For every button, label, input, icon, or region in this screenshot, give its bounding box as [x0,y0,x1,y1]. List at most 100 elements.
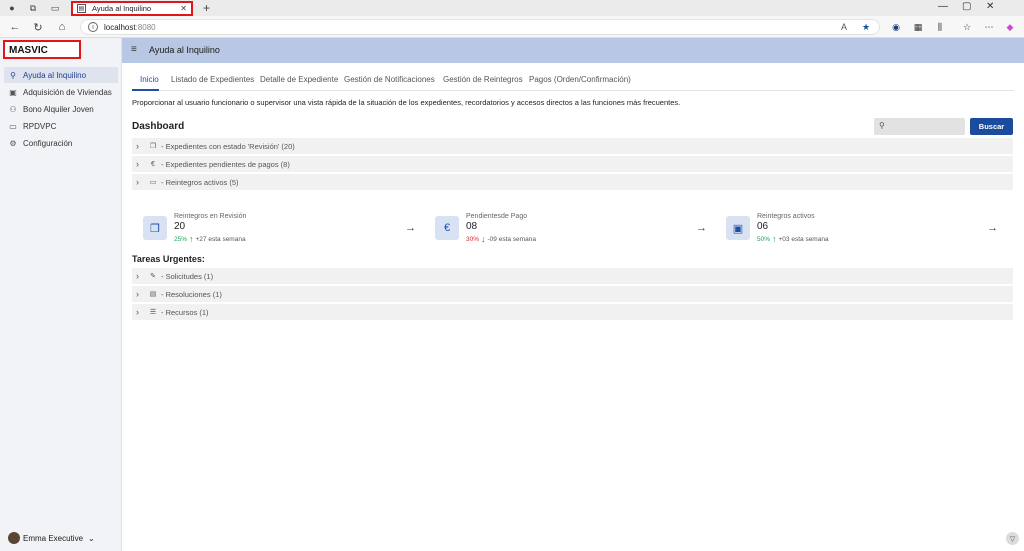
stat-label: Reintegros activos [757,213,815,220]
tab-gestion-notificaciones[interactable]: Gestión de Notificaciones [344,75,435,84]
url-text: localhost:8080 [104,23,156,32]
house-icon: ▣ [9,87,17,97]
address-bar[interactable]: i localhost:8080 A ★ [80,19,880,35]
copilot-icon[interactable]: ◆ [1004,21,1016,33]
list-icon: ☰ [149,309,157,316]
arrow-right-icon[interactable]: → [405,222,416,234]
sidebar-item-bono-alquiler[interactable]: ⚇ Bono Alquiler Joven [4,101,118,117]
active-tab-indicator [132,89,159,91]
home-icon[interactable]: ⌂ [55,20,69,34]
sidebar-item-configuracion[interactable]: ⚙ Configuración [4,135,118,151]
sidebar-item-label: RPDVPC [23,121,57,131]
chevron-down-icon: ⌄ [88,533,95,543]
search-button[interactable]: Buscar [970,118,1013,135]
dashboard-item-label: - Reintegros activos (5) [161,177,239,187]
search-input[interactable] [890,120,962,133]
tab-gestion-reintegros[interactable]: Gestión de Reintegros [443,75,523,84]
arrow-right-icon[interactable]: → [696,222,707,234]
stat-week-change: +03 esta semana [778,235,829,243]
money-icon: ▣ [726,216,750,240]
search-icon: ⚲ [879,121,885,130]
chevron-right-icon: › [136,271,139,281]
gear-icon: ⚙ [9,138,17,148]
arrow-down-icon: ↓ [481,234,486,244]
extension-translate-icon[interactable]: ▦ [912,21,924,33]
chevron-right-icon: › [136,159,139,169]
favorites-icon[interactable]: ☆ [961,21,973,33]
urgent-item-recursos[interactable]: › ☰ - Recursos (1) [132,304,1013,320]
urgent-item-label: - Recursos (1) [161,307,209,317]
page-title: Ayuda al Inquilino [149,45,220,55]
dashboard-item-revision[interactable]: › ❐ - Expedientes con estado 'Revisión' … [132,138,1013,154]
back-icon[interactable]: ← [8,20,22,34]
feedback-icon[interactable]: ▽ [1006,532,1019,545]
browser-tab-bar: ● ⧉ ▭ ▤ Ayuda al Inquilino ✕ + — ▢ ✕ [0,0,1024,16]
stat-trend: 30% ↓ -09 esta semana [466,234,536,244]
sidebar-item-label: Bono Alquiler Joven [23,104,94,114]
extension-shield-icon[interactable]: ◉ [890,21,902,33]
browser-toolbar: ← ↻ ⌂ i localhost:8080 A ★ ◉ ▦ ⫼ ☆ ⋯ ◆ [0,16,1024,38]
split-screen-icon[interactable]: ⫼ [934,21,946,33]
edit-icon: ✎ [150,273,156,280]
sidebar-item-rpdvpc[interactable]: ▭ RPDVPC [4,118,118,134]
urgent-item-solicitudes[interactable]: › ✎ - Solicitudes (1) [132,268,1013,284]
page-description: Proporcionar al usuario funcionario o su… [132,98,681,107]
site-info-icon[interactable]: i [88,22,98,32]
stat-card-reintegros-activos: ▣ Reintegros activos 06 50% ↑ +03 esta s… [726,213,829,247]
arrow-right-icon[interactable]: → [987,222,998,234]
window-close-icon[interactable]: ✕ [986,1,994,12]
stat-value: 20 [174,221,186,232]
dashboard-title: Dashboard [132,121,185,132]
money-icon: ▭ [149,179,157,186]
stat-trend: 25% ↑ +27 esta semana [174,234,246,244]
tab-listado-expedientes[interactable]: Listado de Expedientes [171,75,254,84]
dashboard-item-pagos[interactable]: › € - Expedientes pendientes de pagos (8… [132,156,1013,172]
browser-tab[interactable]: ▤ Ayuda al Inquilino ✕ [71,1,193,16]
hamburger-menu-icon[interactable]: ≡ [131,44,137,55]
dashboard-item-label: - Expedientes con estado 'Revisión' (20) [161,141,295,151]
close-tab-icon[interactable]: ✕ [180,4,187,13]
person-icon: ⚲ [10,70,16,80]
stat-percent: 25% [174,235,188,243]
copy-icon: ❐ [143,216,167,240]
maximize-icon[interactable]: ▢ [962,1,971,12]
urgent-tasks-title: Tareas Urgentes: [132,254,205,264]
dashboard-item-label: - Expedientes pendientes de pagos (8) [161,159,290,169]
more-menu-icon[interactable]: ⋯ [983,21,995,33]
dashboard-item-reintegros[interactable]: › ▭ - Reintegros activos (5) [132,174,1013,190]
sidebar-item-ayuda-inquilino[interactable]: ⚲ Ayuda al Inquilino [4,67,118,83]
workspaces-icon[interactable]: ⧉ [27,2,39,14]
copy-icon: ❐ [149,143,157,150]
sidebar-nav: ⚲ Ayuda al Inquilino ▣ Adquisición de Vi… [4,67,118,152]
card-icon: ▭ [9,121,17,131]
chevron-right-icon: › [136,177,139,187]
favorite-star-icon[interactable]: ★ [862,22,870,33]
stat-card-pendientes-pago: € Pendientesde Pago 08 30% ↓ -09 esta se… [435,213,536,247]
stat-percent: 30% [466,235,480,243]
new-tab-icon[interactable]: + [203,1,210,15]
stat-value: 08 [466,221,478,232]
sidebar-item-adquisicion-viviendas[interactable]: ▣ Adquisición de Viviendas [4,84,118,100]
stat-week-change: +27 esta semana [195,235,246,243]
minimize-icon[interactable]: — [938,1,948,12]
stat-card-reintegros-revision: ❐ Reintegros en Revisión 20 25% ↑ +27 es… [143,213,246,247]
urgent-item-label: - Solicitudes (1) [161,271,214,281]
urgent-item-resoluciones[interactable]: › ▤ - Resoluciones (1) [132,286,1013,302]
tab-pagos[interactable]: Pagos (Orden/Confirmación) [529,75,631,84]
arrow-up-icon: ↑ [772,234,777,244]
read-aloud-icon[interactable]: A [841,22,847,32]
tab-detalle-expediente[interactable]: Detalle de Expediente [260,75,338,84]
profile-icon[interactable]: ● [6,2,18,14]
tab-inicio[interactable]: Inicio [140,75,159,84]
user-menu[interactable]: Emma Executive ⌄ [8,532,95,544]
document-icon: ▤ [149,291,157,298]
tab-actions-icon[interactable]: ▭ [49,2,61,14]
chevron-right-icon: › [136,307,139,317]
arrow-up-icon: ↑ [189,234,194,244]
stat-week-change: -09 esta semana [487,235,536,243]
brand-logo: MASVIC [3,40,81,59]
sidebar-item-label: Adquisición de Viviendas [23,87,112,97]
app-header: ≡ Ayuda al Inquilino [122,38,1024,63]
people-icon: ⚇ [9,104,17,114]
reload-icon[interactable]: ↻ [31,20,45,34]
